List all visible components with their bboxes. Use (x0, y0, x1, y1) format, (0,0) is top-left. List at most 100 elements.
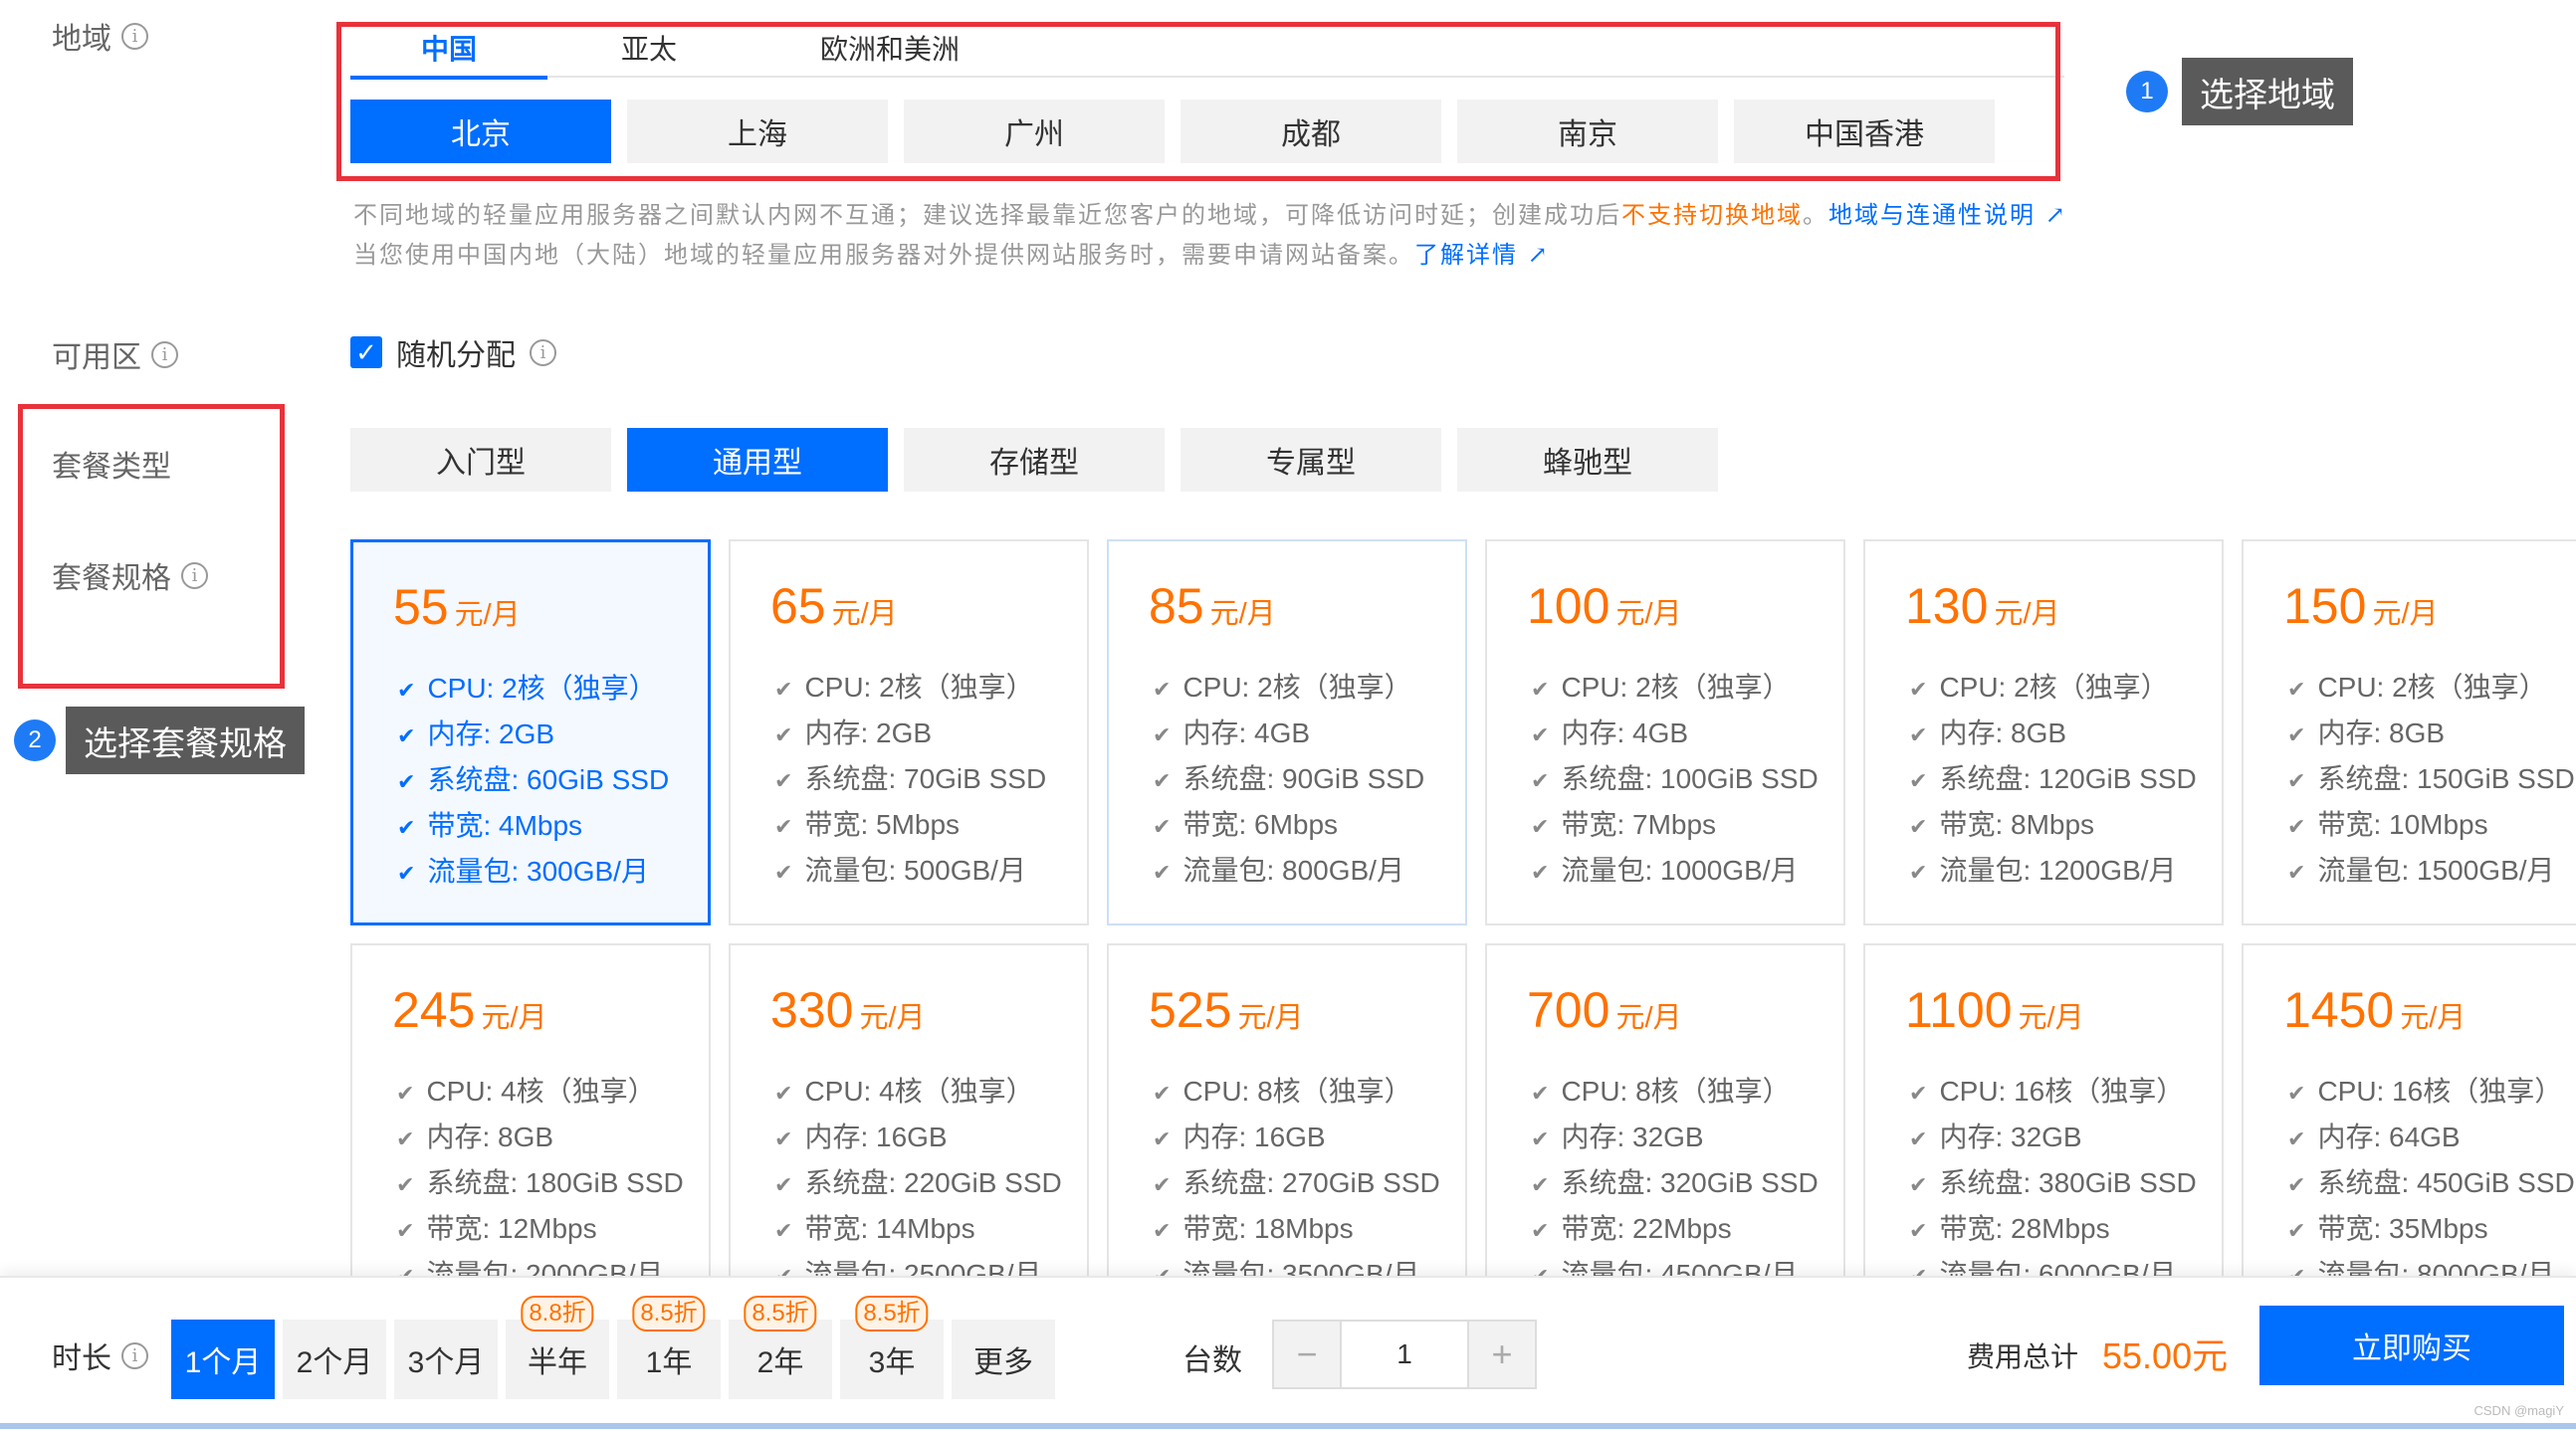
plan-card[interactable]: 130 元/月 ✔ CPU: 2核（独享） ✔ 内存: 8GB ✔ 系统盘: 120GiB S… (1863, 539, 2224, 925)
spec-item: ✔ 系统盘: 60GiB SSD (397, 757, 669, 803)
spec-item: ✔ 内存: 4GB (1153, 711, 1424, 756)
info-icon[interactable]: i (151, 340, 178, 368)
duration-option[interactable]: 1个月 (171, 1320, 275, 1399)
hint-warning: 不支持切换地域 (1621, 201, 1803, 229)
check-icon: ✔ (1531, 1081, 1550, 1106)
spec-item: ✔ 内存: 8GB (2287, 711, 2575, 756)
spec-item: ✔ 系统盘: 90GiB SSD (1153, 756, 1424, 802)
spec-text: 带宽: 5Mbps (804, 809, 961, 840)
plan-card[interactable]: 330 元/月 ✔ CPU: 4核（独享） ✔ 内存: 16GB ✔ 系统盘: 220GiB … (729, 943, 1089, 1329)
step-badge: 1 (2126, 71, 2168, 112)
spec-text: CPU: 2核（独享） (1939, 672, 2169, 703)
zone-label: 可用区 i (52, 332, 178, 376)
duration-option[interactable]: 1年 8.5折 (617, 1296, 721, 1399)
duration-option[interactable]: 2年 8.5折 (729, 1296, 832, 1399)
learn-more-link[interactable]: 了解详情 (1414, 241, 1518, 269)
spec-text: 系统盘: 220GiB SSD (804, 1167, 1062, 1198)
spec-item: ✔ 系统盘: 120GiB SSD (1909, 756, 2197, 802)
plan-price: 525 元/月 (1149, 981, 1304, 1039)
check-icon: ✔ (2287, 722, 2306, 747)
spec-text: CPU: 2核（独享） (804, 672, 1034, 703)
spec-text: 带宽: 12Mbps (426, 1213, 597, 1244)
type-fengchi[interactable]: 蜂驰型 (1457, 428, 1718, 492)
plan-card[interactable]: 700 元/月 ✔ CPU: 8核（独享） ✔ 内存: 32GB ✔ 系统盘: 320GiB … (1485, 943, 1845, 1329)
plan-card[interactable]: 1100 元/月 ✔ CPU: 16核（独享） ✔ 内存: 32GB ✔ 系统盘: 380Gi… (1863, 943, 2224, 1329)
spec-item: ✔ 系统盘: 450GiB SSD (2287, 1160, 2575, 1206)
spec-item: ✔ CPU: 2核（独享） (1153, 665, 1424, 711)
plan-price-unit: 元/月 (2018, 1002, 2084, 1034)
plan-price-value: 150 (2283, 578, 2367, 634)
connectivity-link[interactable]: 地域与连通性说明 (1828, 201, 2036, 229)
spec-item: ✔ 流量包: 500GB/月 (774, 848, 1046, 894)
check-icon: ✔ (1153, 1172, 1172, 1197)
discount-badge: 8.5折 (744, 1296, 817, 1331)
spec-list: ✔ CPU: 4核（独享） ✔ 内存: 16GB ✔ 系统盘: 220GiB SSD ✔ 带宽… (774, 1069, 1062, 1298)
check-icon: ✔ (1909, 677, 1928, 702)
external-link-icon[interactable]: ↗ (1518, 241, 1550, 269)
zone-random-option[interactable]: ✓ 随机分配 i (350, 330, 556, 374)
plan-card[interactable]: 1450 元/月 ✔ CPU: 16核（独享） ✔ 内存: 64GB ✔ 系统盘: 450Gi… (2242, 943, 2576, 1329)
plan-card[interactable]: 100 元/月 ✔ CPU: 2核（独享） ✔ 内存: 4GB ✔ 系统盘: 100GiB S… (1485, 539, 1845, 925)
duration-option[interactable]: 更多 (952, 1320, 1055, 1399)
check-icon: ✔ (1909, 1172, 1928, 1197)
duration-option[interactable]: 半年 8.8折 (506, 1296, 609, 1399)
region-label-text: 地域 (52, 23, 111, 56)
plan-price-unit: 元/月 (1994, 598, 2060, 630)
spec-text: CPU: 4核（独享） (804, 1076, 1034, 1107)
callout-region: 1 选择地域 (2126, 58, 2353, 125)
checkbox-checked-icon[interactable]: ✓ (350, 336, 382, 368)
spec-item: ✔ 内存: 64GB (2287, 1115, 2575, 1160)
spec-item: ✔ 系统盘: 320GiB SSD (1531, 1160, 1819, 1206)
plan-card[interactable]: 245 元/月 ✔ CPU: 4核（独享） ✔ 内存: 8GB ✔ 系统盘: 180GiB S… (350, 943, 711, 1329)
quantity-input[interactable]: 1 (1342, 1320, 1467, 1389)
type-dedicated[interactable]: 专属型 (1181, 428, 1441, 492)
plan-card[interactable]: 525 元/月 ✔ CPU: 8核（独享） ✔ 内存: 16GB ✔ 系统盘: 270GiB … (1107, 943, 1467, 1329)
type-entry[interactable]: 入门型 (350, 428, 611, 492)
spec-item: ✔ CPU: 2核（独享） (1531, 665, 1819, 711)
info-icon[interactable]: i (530, 338, 556, 366)
duration-option-label: 3个月 (407, 1346, 485, 1379)
external-link-icon[interactable]: ↗ (2036, 201, 2067, 229)
plan-price-value: 65 (770, 578, 826, 634)
check-icon: ✔ (774, 1218, 793, 1243)
duration-option[interactable]: 3年 8.5折 (840, 1296, 944, 1399)
plan-price-unit: 元/月 (1237, 1002, 1304, 1034)
spec-item: ✔ 流量包: 1200GB/月 (1909, 848, 2197, 894)
plan-price-unit: 元/月 (2400, 1002, 2467, 1034)
check-icon: ✔ (1153, 860, 1172, 885)
type-general[interactable]: 通用型 (627, 428, 888, 492)
spec-item: ✔ 内存: 2GB (774, 711, 1046, 756)
plan-price-value: 100 (1527, 578, 1610, 634)
spec-item: ✔ CPU: 4核（独享） (774, 1069, 1062, 1115)
duration-option[interactable]: 2个月 (283, 1320, 386, 1399)
plan-card[interactable]: 55 元/月 ✔ CPU: 2核（独享） ✔ 内存: 2GB ✔ 系统盘: 60GiB SSD… (350, 539, 711, 925)
plan-price-value: 130 (1905, 578, 1989, 634)
plan-price-unit: 元/月 (454, 599, 521, 631)
spec-text: 系统盘: 70GiB SSD (804, 763, 1047, 794)
spec-item: ✔ CPU: 2核（独享） (397, 666, 669, 712)
spec-text: 带宽: 7Mbps (1561, 809, 1717, 840)
type-storage[interactable]: 存储型 (904, 428, 1165, 492)
spec-text: CPU: 2核（独享） (2317, 672, 2547, 703)
spec-text: 系统盘: 100GiB SSD (1561, 763, 1819, 794)
plan-card[interactable]: 85 元/月 ✔ CPU: 2核（独享） ✔ 内存: 4GB ✔ 系统盘: 90GiB SSD… (1107, 539, 1467, 925)
spec-item: ✔ 带宽: 22Mbps (1531, 1206, 1819, 1252)
decrement-button[interactable]: − (1272, 1320, 1342, 1389)
info-icon[interactable]: i (121, 22, 148, 50)
duration-option-label: 3年 (868, 1346, 916, 1379)
plan-card[interactable]: 150 元/月 ✔ CPU: 2核（独享） ✔ 内存: 8GB ✔ 系统盘: 150GiB S… (2242, 539, 2576, 925)
increment-button[interactable]: + (1467, 1320, 1537, 1389)
spec-item: ✔ 内存: 2GB (397, 712, 669, 757)
spec-text: 系统盘: 60GiB SSD (427, 764, 670, 795)
bottom-strip (0, 1423, 2576, 1429)
duration-option[interactable]: 3个月 (394, 1320, 498, 1399)
plan-card[interactable]: 65 元/月 ✔ CPU: 2核（独享） ✔ 内存: 2GB ✔ 系统盘: 70GiB SSD… (729, 539, 1089, 925)
spec-text: 系统盘: 320GiB SSD (1561, 1167, 1819, 1198)
annotation-box-region (336, 22, 2060, 181)
spec-text: 系统盘: 270GiB SSD (1182, 1167, 1440, 1198)
buy-now-button[interactable]: 立即购买 (2259, 1306, 2564, 1385)
spec-item: ✔ 系统盘: 180GiB SSD (396, 1160, 684, 1206)
check-icon: ✔ (774, 1081, 793, 1106)
info-icon[interactable]: i (121, 1341, 148, 1369)
check-icon: ✔ (1909, 1081, 1928, 1106)
